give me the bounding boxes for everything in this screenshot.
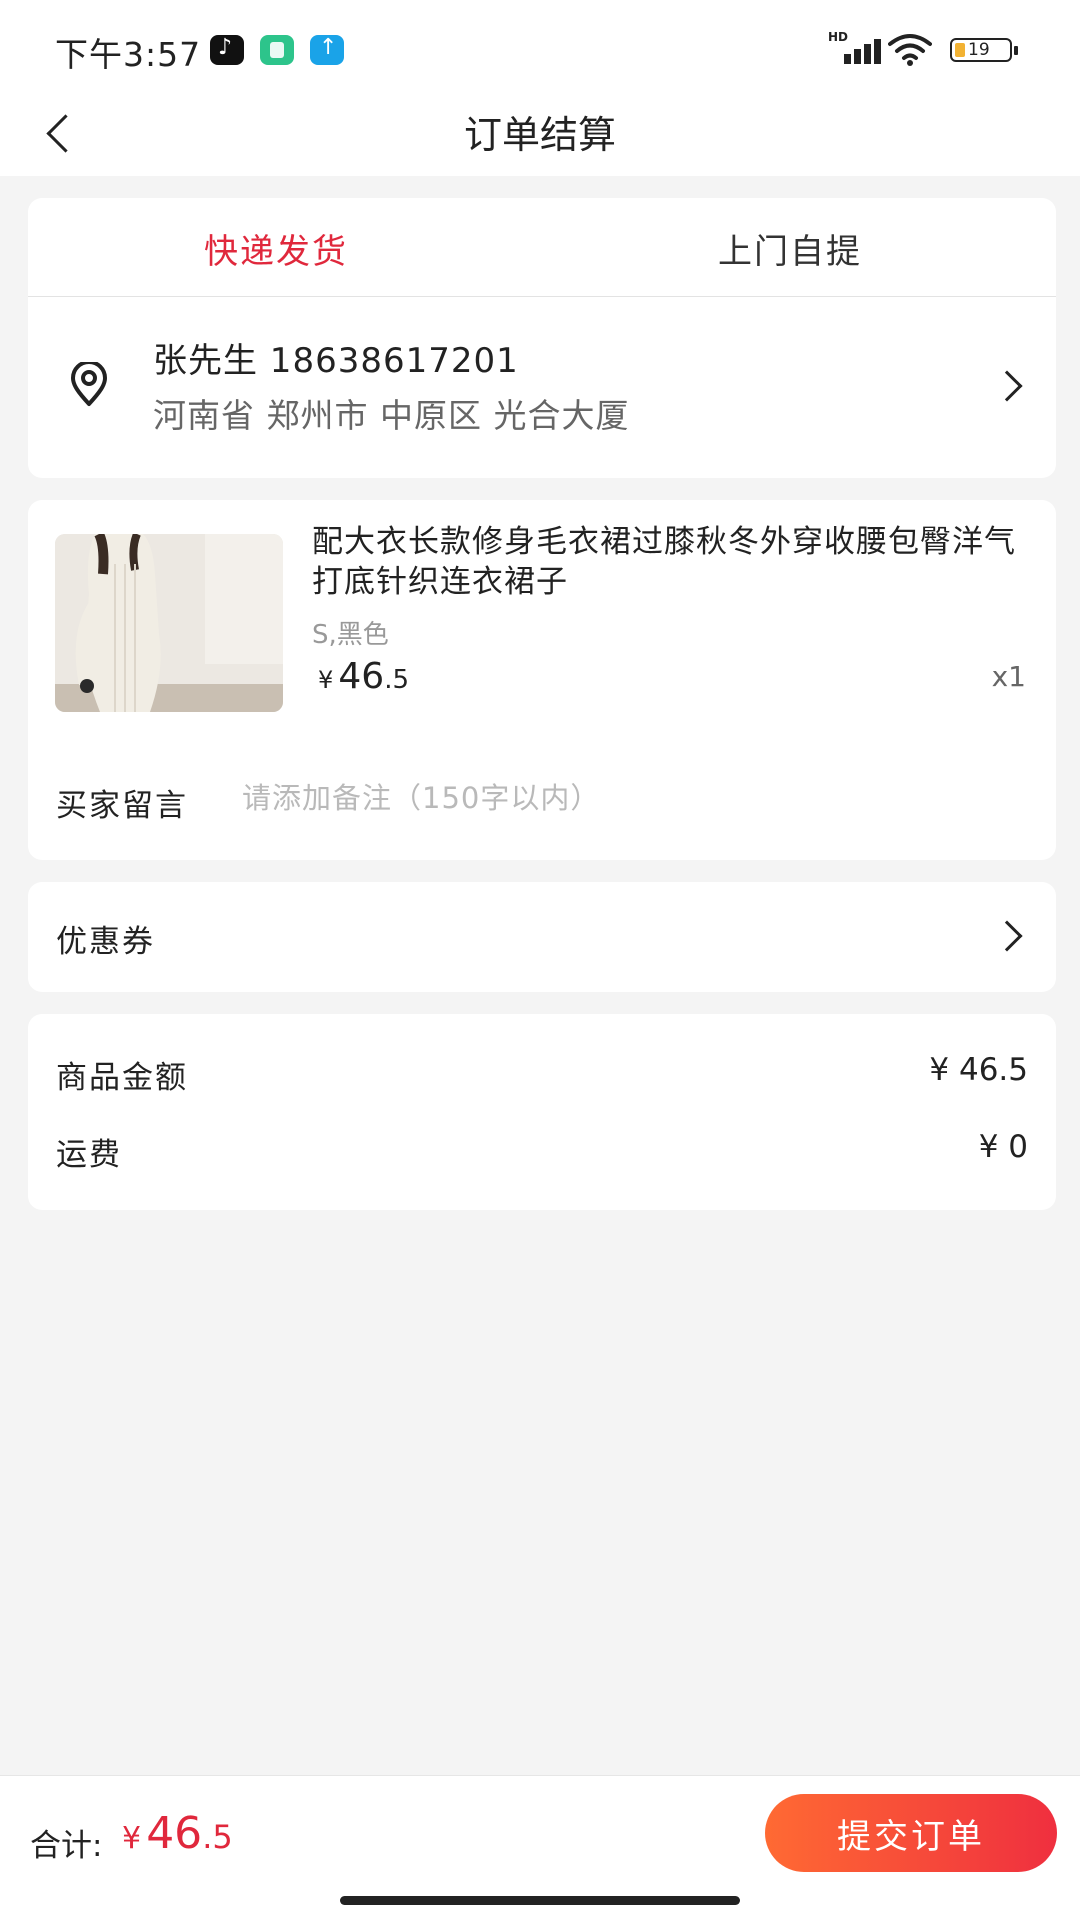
goods-amount-label: 商品金额: [56, 1060, 188, 1096]
price-decimal: .5: [384, 665, 409, 695]
signal-icon: [828, 34, 881, 64]
buyer-message-input[interactable]: [242, 772, 1022, 824]
wifi-icon: [888, 34, 932, 66]
price-integer: 46: [338, 656, 385, 697]
shipping-fee-value: ¥ 0: [978, 1129, 1028, 1165]
product-title: 配大衣长款修身毛衣裙过膝秋冬外穿收腰包臀洋气打底针织连衣裙子: [312, 524, 1016, 600]
chevron-right-icon: [991, 920, 1023, 952]
tab-express-delivery[interactable]: 快递发货: [204, 224, 348, 273]
status-bar: 下午3:57 HD 19: [0, 0, 1080, 96]
product-image: [55, 534, 283, 712]
address-row[interactable]: 张先生 18638617201 河南省 郑州市 中原区 光合大厦: [28, 297, 1056, 477]
product-spec: S,黑色: [312, 620, 389, 650]
price-summary-card: 商品金额 ¥ 46.5 运费 ¥ 0: [28, 1014, 1056, 1210]
delivery-tabs: 快递发货 上门自提: [28, 198, 1056, 297]
coupon-row[interactable]: 优惠券: [28, 882, 1056, 992]
recipient-name-phone: 张先生 18638617201: [153, 341, 519, 381]
price-currency: ¥: [318, 666, 334, 694]
product-quantity: x1: [991, 660, 1026, 693]
tab-self-pickup[interactable]: 上门自提: [718, 224, 862, 273]
battery-icon: 19: [950, 38, 1018, 62]
delivery-address-card: 快递发货 上门自提 张先生 18638617201 河南省 郑州市 中原区 光合…: [28, 198, 1056, 478]
product-price: ¥ 46.5: [318, 656, 409, 697]
goods-amount-value: ¥ 46.5: [929, 1052, 1028, 1088]
total-decimal: .5: [202, 1818, 233, 1856]
submit-order-button[interactable]: 提交订单: [765, 1794, 1057, 1872]
nav-bar: 订单结算: [0, 96, 1080, 176]
buyer-message-label: 买家留言: [56, 788, 188, 824]
total-currency: ¥: [122, 1821, 142, 1856]
total-amount: ¥ 46.5: [122, 1808, 233, 1859]
home-indicator[interactable]: [340, 1896, 740, 1905]
total-integer: 46: [146, 1808, 203, 1859]
order-checkout-screen: 下午3:57 HD 19 订单结算 快递发货 上门自提: [0, 0, 1080, 1920]
total-label: 合计:: [30, 1828, 103, 1864]
product-card: 配大衣长款修身毛衣裙过膝秋冬外穿收腰包臀洋气打底针织连衣裙子 S,黑色 ¥ 46…: [28, 500, 1056, 860]
chevron-right-icon: [991, 370, 1023, 402]
upload-notification-icon: [310, 35, 344, 65]
app-notification-icon: [260, 35, 294, 65]
status-time: 下午3:57: [55, 35, 202, 74]
tiktok-notification-icon: [210, 35, 244, 65]
recipient-address: 河南省 郑州市 中原区 光合大厦: [153, 396, 630, 435]
coupon-label: 优惠券: [56, 924, 155, 960]
location-pin-icon: [71, 362, 107, 406]
shipping-fee-label: 运费: [56, 1137, 122, 1173]
page-title: 订单结算: [463, 113, 616, 157]
battery-level: 19: [968, 40, 990, 60]
